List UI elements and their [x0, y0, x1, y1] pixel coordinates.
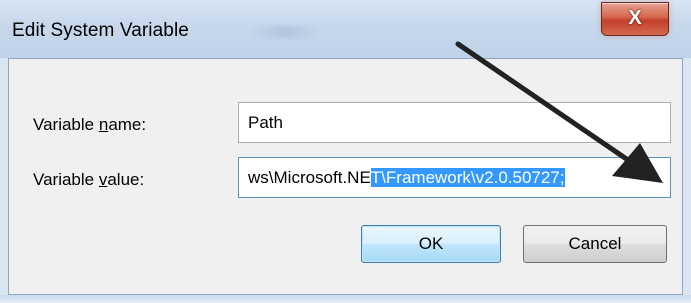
variable-name-label: Variable name: — [33, 115, 147, 134]
variable-name-text: Path — [248, 113, 283, 132]
variable-value-field[interactable]: ws\Microsoft.NET\Framework\v2.0.50727; — [238, 157, 671, 198]
variable-value-text: ws\Microsoft.NE — [248, 168, 371, 187]
close-button[interactable]: X — [601, 2, 669, 36]
close-icon: X — [628, 7, 642, 29]
variable-value-selected-text: T\Framework\v2.0.50727; — [370, 168, 565, 187]
cancel-button[interactable]: Cancel — [523, 225, 667, 263]
dialog-body: Variable name: Path Variable value: ws\M… — [8, 58, 683, 295]
window-bottom-border — [0, 295, 691, 303]
variable-value-label: Variable value: — [33, 170, 145, 189]
ok-button[interactable]: OK — [361, 225, 501, 263]
edit-system-variable-dialog: Edit System Variable X Variable name: Pa… — [0, 0, 691, 303]
title-bar-glare — [250, 26, 320, 38]
variable-name-field[interactable]: Path — [238, 102, 671, 143]
window-title: Edit System Variable — [12, 20, 189, 41]
title-bar[interactable]: Edit System Variable X — [0, 0, 691, 58]
